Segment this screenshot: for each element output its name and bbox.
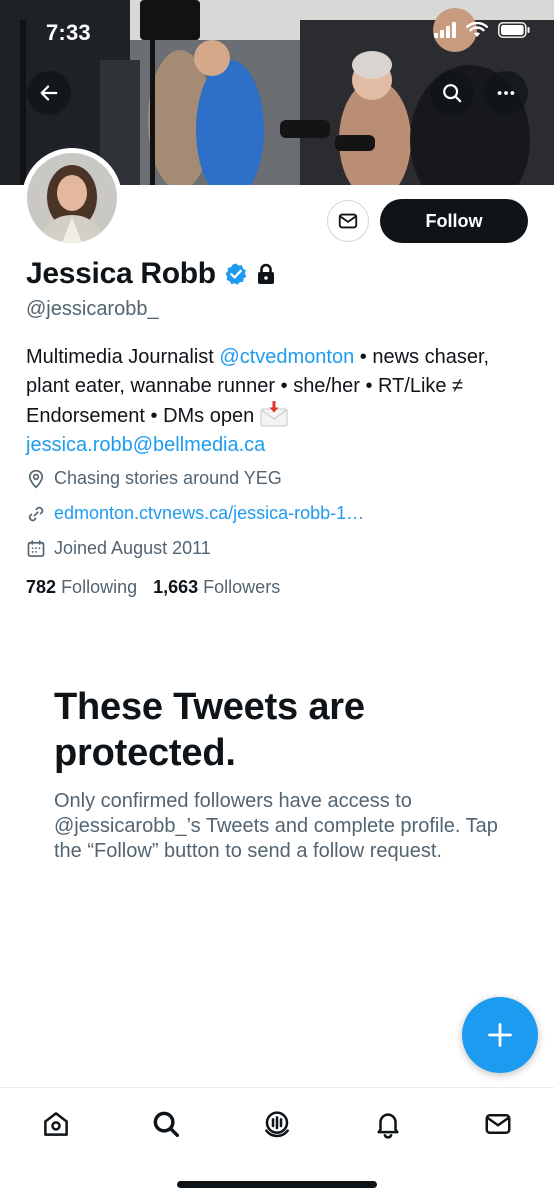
protected-description: Only confirmed followers have access to … (54, 790, 498, 862)
back-button[interactable] (27, 71, 71, 115)
link-icon (28, 506, 44, 521)
search-button[interactable] (430, 71, 474, 115)
verified-badge-icon[interactable] (224, 262, 248, 286)
bio-mention-link[interactable]: @ctvedmonton (219, 346, 354, 368)
status-bar: 7:33 (0, 0, 554, 62)
name-row: Jessica Robb (26, 257, 276, 291)
following-label: Following (61, 577, 138, 597)
display-name: Jessica Robb (26, 257, 216, 290)
location-pin-icon (28, 469, 44, 489)
search-icon (153, 1111, 179, 1137)
profile-avatar[interactable] (22, 148, 122, 248)
joined-text: Joined August 2011 (54, 538, 211, 558)
calendar-icon (27, 539, 45, 557)
envelope-icon (338, 213, 358, 229)
more-button[interactable] (484, 71, 528, 115)
spaces-icon (265, 1111, 289, 1138)
followers-link[interactable]: 1,663 Followers (153, 577, 280, 598)
notifications-icon (377, 1113, 399, 1139)
followers-label: Followers (203, 577, 281, 597)
joined-row: Joined August 2011 (26, 538, 211, 559)
status-icons (434, 22, 530, 38)
more-icon (497, 91, 515, 95)
bio-email-link[interactable]: jessica.robb@bellmedia.ca (26, 434, 265, 456)
message-button[interactable] (327, 200, 369, 242)
avatar-photo (27, 153, 117, 243)
back-arrow-icon (40, 85, 58, 101)
website-link[interactable]: edmonton.ctvnews.ca/jessica-robb-1… (54, 503, 364, 524)
incoming-envelope-emoji-icon (260, 401, 288, 427)
wifi-icon (466, 22, 488, 37)
search-icon (443, 84, 462, 103)
nav-search[interactable] (144, 1104, 188, 1144)
following-link[interactable]: 782 Following (26, 577, 137, 598)
nav-messages[interactable] (476, 1104, 520, 1144)
profile-bio: Multimedia Journalist @ctvedmonton • new… (26, 343, 536, 460)
follow-counts: 782 Following 1,663 Followers (26, 577, 280, 598)
location-row: Chasing stories around YEG (26, 468, 282, 489)
nav-home[interactable] (34, 1104, 78, 1144)
following-count: 782 (26, 577, 57, 597)
home-icon (44, 1112, 68, 1136)
bio-text-1: Multimedia Journalist (26, 346, 220, 368)
nav-notifications[interactable] (366, 1104, 410, 1144)
website-row: edmonton.ctvnews.ca/jessica-robb-1… (26, 503, 364, 524)
messages-icon (485, 1114, 511, 1134)
battery-icon (498, 22, 530, 38)
handle: @jessicarobb_ (26, 298, 159, 320)
status-time: 7:33 (46, 20, 91, 45)
nav-spaces[interactable] (255, 1104, 299, 1144)
follow-button[interactable]: Follow (380, 199, 528, 243)
lock-icon (257, 263, 274, 284)
plus-icon (488, 1023, 512, 1047)
location-text: Chasing stories around YEG (54, 468, 282, 488)
signal-icon (434, 22, 456, 38)
protected-title: These Tweets are protected. (54, 686, 365, 774)
compose-button[interactable] (462, 997, 538, 1073)
home-indicator[interactable] (177, 1181, 377, 1188)
followers-count: 1,663 (153, 577, 199, 597)
